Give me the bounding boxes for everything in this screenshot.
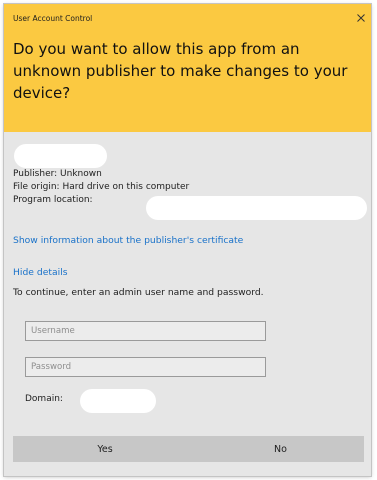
- yes-button[interactable]: Yes: [13, 436, 197, 462]
- publisher-text: Publisher: Unknown: [13, 169, 102, 179]
- program-location-text: Program location:: [13, 195, 93, 205]
- domain-label: Domain:: [25, 394, 63, 404]
- credentials-instructions: To continue, enter an admin user name an…: [13, 287, 264, 298]
- redacted-app-name: [14, 144, 107, 168]
- redacted-domain-value: [80, 389, 156, 413]
- dialog-title: User Account Control: [13, 14, 93, 23]
- hide-details-link[interactable]: Hide details: [13, 267, 67, 278]
- no-button[interactable]: No: [197, 436, 364, 462]
- publisher-certificate-link[interactable]: Show information about the publisher's c…: [13, 235, 243, 246]
- uac-header: User Account Control Do you want to allo…: [4, 4, 371, 132]
- uac-dialog: User Account Control Do you want to allo…: [4, 4, 371, 476]
- file-origin-text: File origin: Hard drive on this computer: [13, 182, 190, 192]
- username-input[interactable]: [25, 321, 266, 341]
- close-button[interactable]: [353, 10, 369, 26]
- uac-question: Do you want to allow this app from an un…: [13, 40, 348, 102]
- close-icon: [357, 14, 365, 22]
- redacted-program-location: [146, 196, 367, 220]
- password-input[interactable]: [25, 357, 266, 377]
